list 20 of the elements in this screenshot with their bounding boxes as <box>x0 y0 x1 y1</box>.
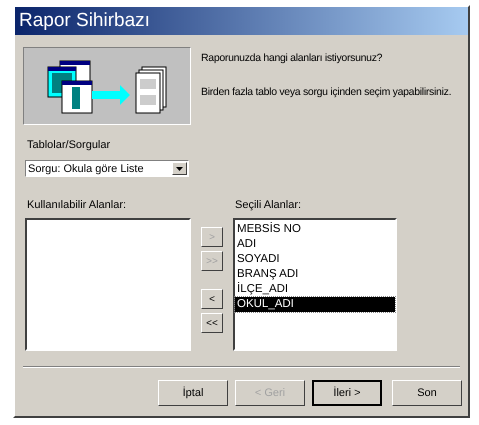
available-fields-list[interactable] <box>25 218 191 351</box>
wizard-button[interactable]: Son <box>392 380 462 406</box>
question-text: Raporunuzda hangi alanları istiyorsunuz? <box>201 52 384 64</box>
available-fields-label: Kullanılabilir Alanlar: <box>27 199 128 213</box>
wizard-button[interactable]: İleri > <box>312 380 382 406</box>
selected-fields-label: Seçili Alanlar: <box>235 199 302 213</box>
source-label: Tablolar/Sorgular <box>27 139 112 151</box>
selected-fields-list[interactable]: MEBSİS NO ADI SOYADI BRANŞ ADI İLÇE_ADI OKUL_ADI <box>233 218 397 351</box>
field-item[interactable]: OKUL_ADI <box>235 297 395 312</box>
field-item[interactable]: BRANŞ ADI <box>235 267 395 282</box>
wizard-button[interactable]: İptal <box>158 380 228 406</box>
field-item[interactable]: ADI <box>235 237 395 252</box>
source-dropdown[interactable]: Sorgu: Okula göre Liste <box>25 160 189 177</box>
window-title: Rapor Sihirbazı <box>15 7 468 35</box>
field-item[interactable]: SOYADI <box>235 252 395 267</box>
field-item[interactable]: MEBSİS NO <box>235 222 395 237</box>
hint-text: Birden fazla tablo veya sorgu içinden seçim yapabilirsiniz. <box>201 86 452 98</box>
move-field-button[interactable]: < <box>201 289 223 309</box>
move-field-button[interactable]: << <box>201 313 223 333</box>
field-item[interactable]: İLÇE_ADI <box>235 282 395 297</box>
